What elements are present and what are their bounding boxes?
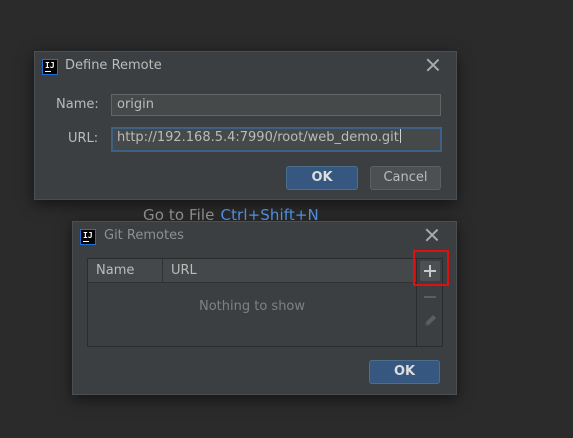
name-value: origin [117,97,155,112]
edit-remote-button[interactable] [420,311,440,331]
ok-button[interactable]: OK [369,360,440,384]
intellij-idea-icon: IJ [80,229,96,245]
remotes-table[interactable]: Name URL Nothing to show [87,258,417,347]
column-divider[interactable] [162,259,163,282]
close-icon[interactable] [426,58,440,72]
column-header-name[interactable]: Name [96,259,134,282]
close-icon[interactable] [425,228,439,242]
dialog-title: Git Remotes [104,228,184,243]
pencil-icon [425,315,436,326]
column-header-url[interactable]: URL [171,259,197,282]
ide-window: Go to File Ctrl+Shift+N IJ Define Remote … [0,0,573,438]
name-label: Name: [56,97,99,112]
remove-remote-button[interactable] [420,287,440,307]
add-remote-button[interactable] [420,261,440,281]
empty-state-text: Nothing to show [198,299,306,314]
dialog-titlebar[interactable]: IJ Git Remotes [73,222,456,250]
ok-button[interactable]: OK [286,166,358,190]
text-caret [399,129,401,143]
url-label: URL: [68,131,99,146]
intellij-idea-icon: IJ [42,59,58,75]
url-field[interactable]: http://192.168.5.4:7990/root/web_demo.gi… [111,127,442,152]
table-header: Name URL [88,259,416,283]
cancel-button[interactable]: Cancel [370,166,441,190]
name-field[interactable]: origin [111,94,441,116]
git-remotes-dialog: IJ Git Remotes Name URL Nothing to show [72,221,457,395]
table-toolbar [417,258,443,347]
url-value: http://192.168.5.4:7990/root/web_demo.gi… [117,130,399,145]
dialog-titlebar[interactable]: IJ Define Remote [35,52,456,80]
dialog-title: Define Remote [65,58,162,73]
define-remote-dialog: IJ Define Remote Name: origin URL: http:… [34,51,457,200]
